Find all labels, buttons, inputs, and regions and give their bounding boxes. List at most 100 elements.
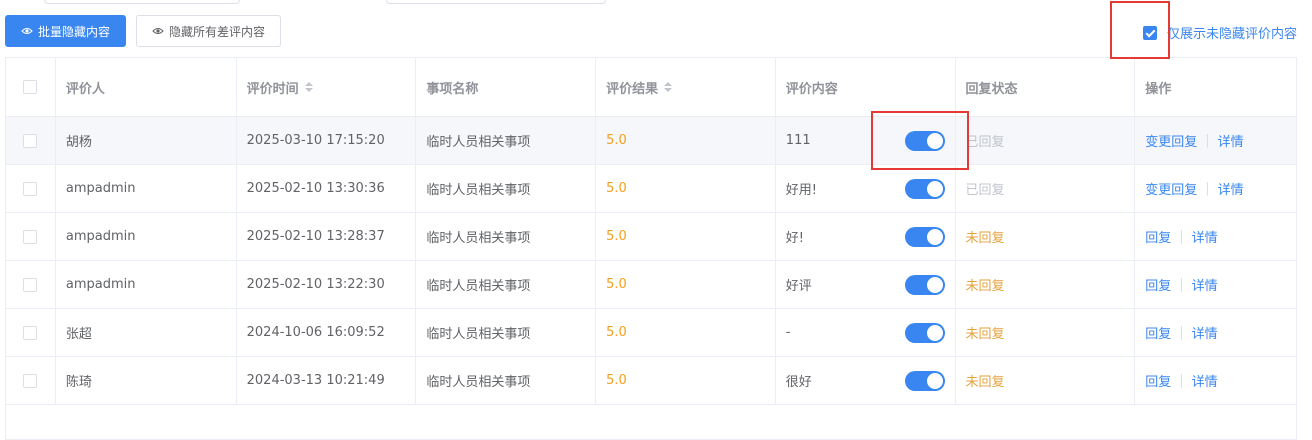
reply-link[interactable]: 回复 <box>1145 227 1171 246</box>
action-divider: | <box>1205 133 1210 148</box>
actions-cell: 变更回复 | 详情 <box>1135 165 1296 212</box>
visibility-toggle[interactable] <box>904 178 945 199</box>
content-text: 好! <box>785 231 805 246</box>
time-cell: 2024-10-06 16:09:52 <box>237 309 417 356</box>
item-cell: 临时人员相关事项 <box>416 213 597 260</box>
actions-cell: 回复 | 详情 <box>1135 261 1296 308</box>
reviewer-cell: ampadmin <box>56 261 237 308</box>
details-link[interactable]: 详情 <box>1192 323 1218 342</box>
details-link[interactable]: 详情 <box>1192 227 1218 246</box>
row-select-cell <box>6 165 56 212</box>
header-result-label: 评价结果 <box>606 81 659 97</box>
hide-all-negative-button[interactable]: 隐藏所有差评内容 <box>136 15 282 47</box>
visibility-toggle[interactable] <box>904 130 945 151</box>
item-cell: 临时人员相关事项 <box>416 117 597 164</box>
header-time-label: 评价时间 <box>246 81 299 97</box>
sort-icon[interactable] <box>304 82 313 92</box>
select-all-checkbox[interactable] <box>23 80 38 94</box>
visibility-toggle[interactable] <box>904 370 945 391</box>
item-cell: 临时人员相关事项 <box>416 261 597 308</box>
reviewer-cell: 胡杨 <box>56 117 237 164</box>
header-item-label: 事项名称 <box>426 81 479 97</box>
details-link[interactable]: 详情 <box>1218 179 1244 198</box>
table-header-row: 评价人 评价时间 事项名称 评价结果 评价内容 回复状态 操作 <box>6 58 1296 117</box>
only-unhidden-filter[interactable]: 仅展示未隐藏评价内容 <box>1142 23 1297 42</box>
header-result[interactable]: 评价结果 <box>596 58 776 116</box>
item-cell: 临时人员相关事项 <box>416 165 597 212</box>
row-checkbox[interactable] <box>23 277 38 292</box>
only-unhidden-checkbox[interactable] <box>1142 25 1157 40</box>
visibility-toggle[interactable] <box>904 322 945 343</box>
time-cell: 2025-03-10 17:15:20 <box>237 117 417 164</box>
filter-input-stub-2[interactable] <box>386 0 606 4</box>
eye-icon <box>152 28 164 34</box>
visibility-toggle[interactable] <box>904 274 945 295</box>
content-text: 好评 <box>785 279 812 294</box>
table-row: ampadmin 2025-02-10 13:22:30 临时人员相关事项 5.… <box>6 261 1296 309</box>
reply-status-cell: 未回复 <box>956 357 1136 404</box>
header-item: 事项名称 <box>416 58 597 116</box>
reply-link[interactable]: 回复 <box>1145 371 1171 390</box>
reviewer-cell: ampadmin <box>56 213 237 260</box>
row-checkbox[interactable] <box>23 325 38 340</box>
content-cell: 好用! <box>776 165 956 212</box>
details-link[interactable]: 详情 <box>1218 131 1244 150</box>
actions-cell: 回复 | 详情 <box>1135 213 1296 260</box>
table-row: ampadmin 2025-02-10 13:28:37 临时人员相关事项 5.… <box>6 213 1296 261</box>
reply-status-cell: 未回复 <box>956 261 1136 308</box>
header-actions-label: 操作 <box>1145 81 1172 97</box>
details-link[interactable]: 详情 <box>1192 371 1218 390</box>
sort-icon[interactable] <box>664 82 673 92</box>
item-cell: 临时人员相关事项 <box>416 357 597 404</box>
header-time[interactable]: 评价时间 <box>237 58 417 116</box>
reviewer-cell: 陈琦 <box>56 357 237 404</box>
time-cell: 2025-02-10 13:28:37 <box>237 213 417 260</box>
reply-link[interactable]: 回复 <box>1145 323 1171 342</box>
row-select-cell <box>6 309 56 356</box>
header-reply-status: 回复状态 <box>956 58 1136 116</box>
action-divider: | <box>1205 181 1210 196</box>
toolbar: 批量隐藏内容 隐藏所有差评内容 <box>5 15 282 47</box>
row-checkbox[interactable] <box>23 229 38 244</box>
eye-icon <box>21 28 33 34</box>
table-row: 张超 2024-10-06 16:09:52 临时人员相关事项 5.0 - 未回… <box>6 309 1296 357</box>
visibility-toggle[interactable] <box>904 226 945 247</box>
action-divider: | <box>1179 325 1184 340</box>
reviewer-cell: ampadmin <box>56 165 237 212</box>
row-checkbox[interactable] <box>23 133 38 148</box>
reply-link[interactable]: 回复 <box>1145 275 1171 294</box>
header-reviewer-label: 评价人 <box>65 81 105 97</box>
content-text: 很好 <box>785 375 812 390</box>
filter-input-stub-1[interactable] <box>44 0 240 4</box>
row-select-cell <box>6 213 56 260</box>
header-reviewer: 评价人 <box>56 58 237 116</box>
result-cell: 5.0 <box>596 117 776 164</box>
details-link[interactable]: 详情 <box>1192 275 1218 294</box>
content-cell: 111 <box>776 117 956 164</box>
result-cell: 5.0 <box>596 213 776 260</box>
result-cell: 5.0 <box>596 309 776 356</box>
batch-hide-button[interactable]: 批量隐藏内容 <box>5 15 127 47</box>
reply-status-cell: 已回复 <box>956 117 1136 164</box>
actions-cell: 变更回复 | 详情 <box>1135 117 1296 164</box>
reviewer-cell: 张超 <box>56 309 237 356</box>
content-text: - <box>785 325 791 340</box>
table-row: 陈琦 2024-03-13 10:21:49 临时人员相关事项 5.0 很好 未… <box>6 357 1296 405</box>
header-reply-status-label: 回复状态 <box>965 81 1018 97</box>
action-divider: | <box>1179 277 1184 292</box>
row-select-cell <box>6 357 56 404</box>
time-cell: 2025-02-10 13:22:30 <box>237 261 417 308</box>
action-divider: | <box>1179 229 1184 244</box>
header-actions: 操作 <box>1135 58 1296 116</box>
result-cell: 5.0 <box>596 261 776 308</box>
row-checkbox[interactable] <box>23 373 38 388</box>
change-reply-link[interactable]: 变更回复 <box>1145 131 1197 150</box>
change-reply-link[interactable]: 变更回复 <box>1145 179 1197 198</box>
content-text: 好用! <box>785 183 818 198</box>
header-content: 评价内容 <box>776 58 956 116</box>
row-checkbox[interactable] <box>23 181 38 196</box>
content-cell: 很好 <box>776 357 956 404</box>
actions-cell: 回复 | 详情 <box>1135 309 1296 356</box>
header-content-label: 评价内容 <box>785 81 838 97</box>
content-cell: - <box>776 309 956 356</box>
